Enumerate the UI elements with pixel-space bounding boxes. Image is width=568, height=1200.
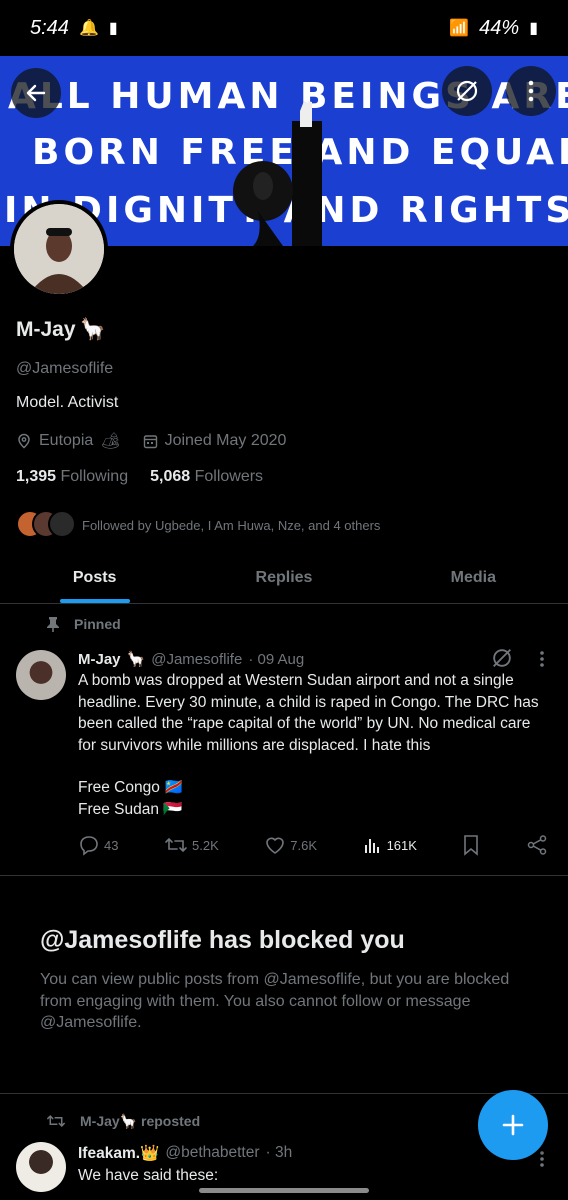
- repost-icon: [47, 1115, 65, 1127]
- followers-you-know-avatars: [16, 510, 76, 540]
- followed-by-text: Followed by Ugbede, I Am Huwa, Nze, and …: [82, 517, 381, 533]
- calendar-icon: [143, 434, 157, 448]
- profile-info: M-Jay 🦙 @Jamesoflife Model. Activist Eut…: [16, 300, 552, 542]
- post-paragraph: A bomb was dropped at Western Sudan airp…: [78, 672, 539, 754]
- heart-icon: [266, 837, 285, 854]
- post-header: M-Jay 🦙 @Jamesoflife · 09 Aug: [78, 648, 552, 670]
- profile-handle: @Jamesoflife: [16, 360, 114, 377]
- grok-button[interactable]: [442, 66, 492, 116]
- post-more-button[interactable]: [538, 650, 546, 673]
- post-text: A bomb was dropped at Western Sudan airp…: [78, 670, 552, 820]
- analytics-icon: [364, 839, 379, 853]
- arrow-left-icon: [26, 84, 46, 102]
- like-button[interactable]: 7.6K: [264, 834, 317, 856]
- views-button[interactable]: 161K: [363, 835, 417, 855]
- tab-media[interactable]: Media: [379, 552, 568, 603]
- status-bar: 5:44 🔔 ▮ 📶 44% ▮: [0, 0, 568, 56]
- reposted-by-label: M-Jay🦙 reposted: [80, 1112, 201, 1129]
- reply-button[interactable]: 43: [78, 834, 118, 856]
- following-count: 1,395: [16, 468, 57, 485]
- post-author-handle: @Jamesoflife: [151, 650, 243, 668]
- post-date: · 3h: [265, 1144, 293, 1161]
- more-options-button[interactable]: [506, 66, 556, 116]
- signal-icon: 📶: [449, 20, 470, 37]
- blocked-notice: @Jamesoflife has blocked you You can vie…: [0, 876, 568, 1094]
- repost-icon: [165, 837, 187, 853]
- joined-date: Joined May 2020: [164, 432, 287, 449]
- blocked-description: You can view public posts from @Jamesofl…: [40, 971, 510, 1031]
- location-item: Eutopia 🏕: [16, 431, 121, 451]
- post-line: Free Sudan 🇸🇩: [78, 800, 183, 818]
- repost-button[interactable]: 5.2K: [164, 834, 219, 856]
- bookmark-icon: [464, 835, 479, 856]
- grok-icon: [456, 80, 478, 102]
- llama-emoji: 🦙: [79, 318, 106, 341]
- home-indicator[interactable]: [199, 1188, 369, 1193]
- battery-level: 44%: [479, 16, 520, 39]
- notification-icon: ▮: [108, 20, 118, 37]
- post-author-name[interactable]: Ifeakam.👑: [78, 1144, 159, 1163]
- back-button[interactable]: [11, 68, 61, 118]
- repost-indicator: M-Jay🦙 reposted: [46, 1112, 200, 1130]
- profile-name-row: M-Jay 🦙: [16, 316, 552, 344]
- post-author-name[interactable]: M-Jay: [78, 651, 121, 668]
- repost-count: 5.2K: [192, 837, 219, 853]
- notification-icon: 🔔: [78, 20, 99, 37]
- followers-link[interactable]: 5,068 Followers: [150, 468, 263, 490]
- post-body: M-Jay 🦙 @Jamesoflife · 09 Aug A bomb was …: [78, 648, 552, 820]
- share-icon: [527, 835, 547, 855]
- post-author-avatar[interactable]: [16, 650, 66, 700]
- follow-stats: 1,395 Following 5,068 Followers: [16, 468, 552, 490]
- bookmark-button[interactable]: [462, 834, 480, 856]
- pin-icon: [47, 617, 59, 632]
- following-label: Following: [60, 468, 129, 485]
- followers-count: 5,068: [150, 468, 191, 485]
- compose-post-button[interactable]: [478, 1090, 548, 1160]
- followers-label: Followers: [194, 468, 264, 485]
- profile-tabs: Posts Replies Media: [0, 552, 568, 604]
- profile-bio: Model. Activist: [16, 394, 119, 411]
- camping-emoji: 🏕: [100, 433, 121, 450]
- pinned-label: Pinned: [74, 616, 121, 632]
- post-more-button[interactable]: [538, 1150, 546, 1173]
- avatar: [48, 510, 76, 538]
- grok-button[interactable]: [490, 646, 514, 675]
- pinned-indicator: Pinned: [46, 616, 121, 632]
- status-time: 5:44: [30, 16, 69, 39]
- battery-icon: ▮: [529, 20, 538, 37]
- reply-icon: [80, 836, 98, 856]
- post-actions: 43 5.2K 7.6K 161K: [78, 834, 548, 856]
- avatar-image: [14, 204, 104, 294]
- share-button[interactable]: [526, 834, 548, 856]
- followed-by-row[interactable]: Followed by Ugbede, I Am Huwa, Nze, and …: [16, 508, 552, 542]
- post-text: We have said these:: [78, 1167, 219, 1181]
- more-vertical-icon: [540, 651, 544, 667]
- blocked-title: @Jamesoflife has blocked you: [40, 926, 405, 954]
- like-count: 7.6K: [290, 837, 318, 853]
- grok-icon: [493, 649, 511, 667]
- location-pin-icon: [18, 433, 30, 449]
- tab-replies[interactable]: Replies: [189, 552, 378, 603]
- reply-count: 43: [104, 837, 119, 853]
- profile-meta: Eutopia 🏕 Joined May 2020: [16, 430, 552, 452]
- post-author-handle: @bethabetter: [165, 1144, 260, 1161]
- llama-emoji: 🦙: [126, 651, 146, 668]
- post-header: Ifeakam.👑 @bethabetter · 3h: [78, 1144, 292, 1163]
- profile-avatar[interactable]: [10, 200, 108, 298]
- view-count: 161K: [386, 837, 417, 853]
- location-text: Eutopia: [39, 432, 94, 449]
- tab-posts[interactable]: Posts: [0, 552, 189, 603]
- more-vertical-icon: [540, 1151, 544, 1167]
- post-line: Free Congo 🇨🇩: [78, 779, 184, 796]
- profile-name: M-Jay: [16, 318, 76, 341]
- more-vertical-icon: [528, 80, 534, 102]
- joined-item: Joined May 2020: [143, 432, 287, 450]
- plus-icon: [502, 1114, 524, 1136]
- post-date: · 09 Aug: [248, 650, 305, 668]
- post-author-avatar[interactable]: [16, 1142, 66, 1192]
- following-link[interactable]: 1,395 Following: [16, 468, 128, 490]
- pinned-post[interactable]: Pinned M-Jay 🦙 @Jamesoflife · 09 Aug A bo…: [0, 604, 568, 876]
- banner-figure-image: [233, 101, 322, 246]
